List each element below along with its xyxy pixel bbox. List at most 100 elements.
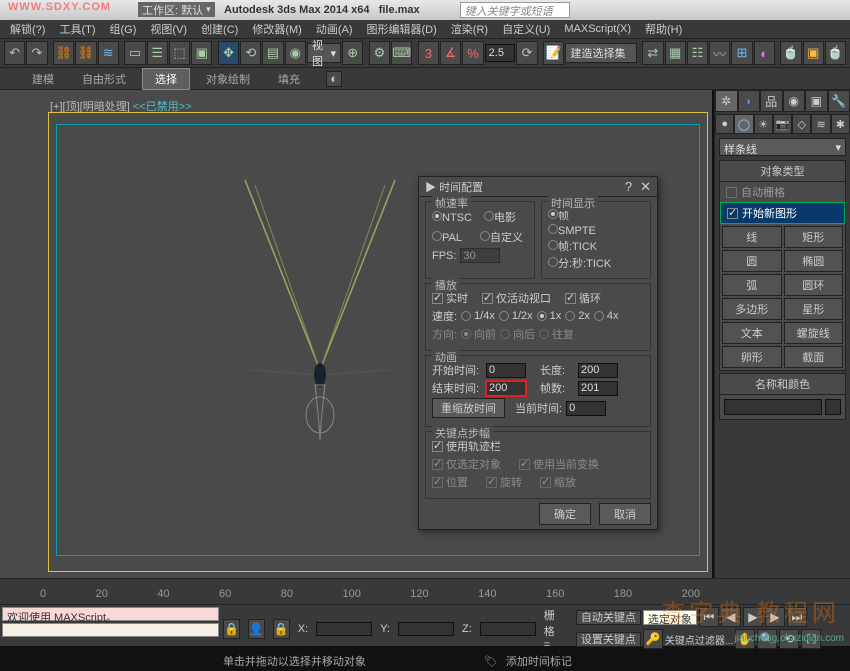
material-icon[interactable]: ◐ [754, 41, 775, 65]
select-name-icon[interactable]: ☰ [147, 41, 168, 65]
key-icon[interactable]: 🔑 [643, 629, 663, 649]
y-input[interactable] [398, 622, 454, 636]
menu-item[interactable]: 渲染(R) [445, 19, 494, 39]
rescale-button[interactable]: 重缩放时间 [432, 398, 505, 418]
rect-button[interactable]: 矩形 [784, 226, 844, 248]
mirror-icon[interactable]: ⇄ [642, 41, 663, 65]
speed-1-4[interactable]: 1/4x [461, 310, 495, 322]
hierarchy-tab-icon[interactable]: 品 [760, 90, 783, 112]
render-frame-icon[interactable]: ▣ [803, 41, 824, 65]
ribbon-expand-icon[interactable]: ◐ [326, 71, 342, 87]
star-button[interactable]: 星形 [784, 298, 844, 320]
curve-editor-icon[interactable]: 〰 [709, 41, 730, 65]
menu-item[interactable]: 工具(T) [53, 19, 101, 39]
dialog-titlebar[interactable]: ▶ 时间配置 ?✕ [419, 177, 657, 197]
circle-button[interactable]: 圆 [722, 250, 782, 272]
section-button[interactable]: 截面 [784, 346, 844, 368]
snap-icon[interactable]: 3 [418, 41, 439, 65]
shapes-icon[interactable]: ◯ [734, 114, 753, 134]
current-spinner[interactable]: 0 [566, 401, 606, 416]
td-smpte-radio[interactable]: SMPTE [548, 224, 644, 237]
menu-item[interactable]: 组(G) [104, 19, 143, 39]
ellipse-button[interactable]: 椭圆 [784, 250, 844, 272]
play-icon[interactable]: ▶ [743, 607, 763, 627]
rollout-header[interactable]: 对象类型 [720, 161, 845, 182]
keyboard-icon[interactable]: ⌨ [391, 41, 412, 65]
menu-item[interactable]: MAXScript(X) [558, 21, 637, 37]
select-rect-icon[interactable]: ⬚ [169, 41, 190, 65]
tab-objectpaint[interactable]: 对象绘制 [194, 69, 262, 89]
spinner-icon[interactable]: ⟳ [516, 41, 537, 65]
length-spinner[interactable]: 200 [578, 363, 618, 378]
tab-populate[interactable]: 填充 [266, 69, 312, 89]
iso-icon[interactable]: 👤 [248, 619, 265, 639]
ok-button[interactable]: 确定 [539, 503, 591, 525]
layers-icon[interactable]: ☷ [687, 41, 708, 65]
speed-4x[interactable]: 4x [594, 310, 619, 322]
manip-icon[interactable]: ⚙ [369, 41, 390, 65]
link-icon[interactable]: ⛓ [53, 41, 74, 65]
maxscript-input[interactable] [2, 623, 219, 637]
add-time-tag[interactable]: 添加时间标记 [506, 653, 572, 669]
move-icon[interactable]: ✥ [218, 41, 239, 65]
prev-frame-icon[interactable]: ◀ [721, 607, 741, 627]
td-frametick-radio[interactable]: 帧:TICK [548, 238, 644, 254]
loop-check[interactable]: 循环 [565, 290, 601, 306]
text-button[interactable]: 文本 [722, 322, 782, 344]
close-icon[interactable]: ✕ [640, 179, 651, 195]
angle-snap-icon[interactable]: ∡ [440, 41, 461, 65]
category-dropdown[interactable]: 样条线▾ [719, 138, 846, 156]
named-sel-icon[interactable]: 📝 [543, 41, 564, 65]
speed-1x[interactable]: 1x [537, 310, 562, 322]
lights-icon[interactable]: ☀ [754, 114, 773, 134]
unlink-icon[interactable]: ⛓ [75, 41, 96, 65]
menu-item[interactable]: 动画(A) [310, 19, 359, 39]
td-mst-radio[interactable]: 分:秒:TICK [548, 255, 644, 271]
helix-button[interactable]: 螺旋线 [784, 322, 844, 344]
menu-item[interactable]: 视图(V) [144, 19, 193, 39]
line-button[interactable]: 线 [722, 226, 782, 248]
select-icon[interactable]: ▭ [124, 41, 145, 65]
donut-button[interactable]: 圆环 [784, 274, 844, 296]
key-target-dropdown[interactable]: 选定对象 [643, 610, 697, 625]
ngon-button[interactable]: 多边形 [722, 298, 782, 320]
ref-coord-dropdown[interactable]: 视图 ▾ [307, 43, 341, 63]
sel-lock-icon[interactable]: 🔒 [273, 619, 290, 639]
space-warps-icon[interactable]: ≋ [811, 114, 830, 134]
cancel-button[interactable]: 取消 [599, 503, 651, 525]
undo-icon[interactable]: ↶ [4, 41, 25, 65]
spinner-snap[interactable]: 2.5 [485, 44, 516, 62]
geom-icon[interactable]: ● [715, 114, 734, 134]
systems-icon[interactable]: ✱ [831, 114, 850, 134]
modify-tab-icon[interactable]: ◗ [738, 90, 761, 112]
percent-snap-icon[interactable]: % [462, 41, 483, 65]
goto-end-icon[interactable]: ⏭ [787, 607, 807, 627]
help-icon[interactable]: ? [625, 179, 632, 195]
speed-2x[interactable]: 2x [565, 310, 590, 322]
rollout-header[interactable]: 名称和颜色 [720, 374, 845, 395]
start-spinner[interactable]: 0 [486, 363, 526, 378]
film-radio[interactable]: 电影 [484, 209, 516, 225]
redo-icon[interactable]: ↷ [26, 41, 47, 65]
x-input[interactable] [316, 622, 372, 636]
cameras-icon[interactable]: 📷 [773, 114, 792, 134]
z-input[interactable] [480, 622, 536, 636]
speed-1-2[interactable]: 1/2x [499, 310, 533, 322]
pal-radio[interactable]: PAL [432, 231, 462, 244]
window-icon[interactable]: ▣ [191, 41, 212, 65]
scale-icon[interactable]: ▤ [262, 41, 283, 65]
set-key-button[interactable]: 设置关键点 [576, 632, 641, 647]
tab-selection[interactable]: 选择 [142, 68, 190, 90]
menu-item[interactable]: 解锁(?) [4, 19, 51, 39]
align-icon[interactable]: ▦ [665, 41, 686, 65]
schematic-icon[interactable]: ⊞ [731, 41, 752, 65]
goto-start-icon[interactable]: ⏮ [699, 607, 719, 627]
display-tab-icon[interactable]: ▣ [805, 90, 828, 112]
frames-spinner[interactable]: 201 [578, 381, 618, 396]
menu-item[interactable]: 图形编辑器(D) [361, 19, 443, 39]
motion-tab-icon[interactable]: ◉ [783, 90, 806, 112]
tab-modeling[interactable]: 建模 [20, 69, 66, 89]
color-swatch[interactable] [825, 399, 841, 415]
workspace-dropdown[interactable]: 工作区: 默认 [138, 2, 215, 17]
bind-icon[interactable]: ≋ [98, 41, 119, 65]
